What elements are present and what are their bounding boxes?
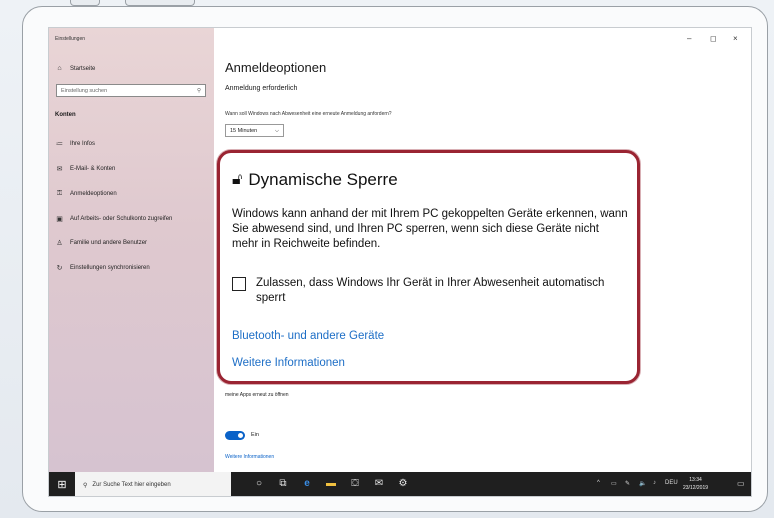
sidebar-item-home[interactable]: ⌂ Startseite [55,65,95,72]
device-bracket-left [70,0,100,6]
device-bracket-right [125,0,195,6]
sidebar-item-label: Ihre Infos [70,141,96,147]
minimize-button[interactable]: – [687,34,691,43]
people-icon: ♙ [56,240,63,247]
restart-apps-toggle[interactable] [225,431,245,440]
search-icon: ⚲ [196,87,201,94]
clock-time: 13:34 [689,477,702,483]
search-icon: ⚲ [83,482,88,489]
dynamic-lock-checkbox[interactable] [232,277,246,291]
pen-icon[interactable]: ✎ [625,480,630,487]
person-list-icon: ≔ [56,141,63,148]
volume-icon[interactable]: 🔈 [639,480,646,487]
store-icon[interactable]: ⛋ [349,478,361,489]
signin-timeout-dropdown[interactable]: 15 Minuten ⌵ [225,124,284,137]
checkbox-label: Zulassen, dass Windows Ihr Gerät in Ihre… [256,277,605,304]
sidebar-item-label: Startseite [70,65,96,72]
sidebar-item-label: E-Mail- & Konten [70,166,116,172]
mail-icon: ✉ [56,166,63,173]
briefcase-icon: ▣ [56,216,63,223]
signin-question: Wann soll Windows nach Abwesenheit eine … [225,111,392,117]
key-icon: ⚿ [56,190,63,197]
sync-icon: ↻ [56,265,63,272]
windows-start-icon[interactable]: ⊞ [55,478,69,492]
callout-description: Windows kann anhand der mit Ihrem PC gek… [232,208,628,250]
sidebar-item-anmeldeoptionen[interactable]: ⚿ Anmeldeoptionen [55,190,117,198]
network-icon[interactable]: ♪ [653,480,656,486]
sidebar-item-ihre-infos[interactable]: ≔ Ihre Infos [55,140,95,148]
mail-icon[interactable]: ✉ [373,478,385,489]
sidebar-item-arbeitskonto[interactable]: ▣ Auf Arbeits- oder Schulkonto zugreifen [55,215,172,223]
file-explorer-icon[interactable]: ▬ [325,478,337,489]
restart-apps-text: meine Apps erneut zu öffnen [225,392,289,398]
clock-date: 23/12/2019 [683,485,709,491]
callout-title-row: 🔓︎ Dynamische Sperre [232,170,398,190]
edge-icon[interactable]: e [301,478,313,489]
sidebar-item-label: Familie und andere Benutzer [70,240,148,246]
sidebar-item-email[interactable]: ✉ E-Mail- & Konten [55,165,116,173]
sidebar-item-familie[interactable]: ♙ Familie und andere Benutzer [55,239,147,247]
taskbar-clock[interactable]: 13:34 23/12/2019 [683,476,708,492]
dropdown-value: 15 Minuten [230,128,258,134]
sidebar-item-label: Einstellungen synchronisieren [70,265,150,271]
taskbar-search-placeholder: Zur Suche Text hier eingeben [92,482,171,488]
notification-icon[interactable]: ▭ [737,479,745,488]
task-view-icon[interactable]: ⧉ [277,478,289,489]
section-heading: Anmeldung erforderlich [225,85,298,92]
home-icon: ⌂ [57,65,62,72]
sidebar-item-label: Auf Arbeits- oder Schulkonto zugreifen [70,216,173,222]
settings-gear-icon[interactable]: ⚙ [397,478,409,489]
dynamic-lock-callout: 🔓︎ Dynamische Sperre Windows kann anhand… [217,150,640,384]
toggle-state-label: Ein [251,432,259,438]
dynamic-lock-checkbox-row[interactable]: Zulassen, dass Windows Ihr Gerät in Ihre… [232,276,628,306]
maximize-button[interactable]: ◻ [710,34,717,43]
more-info-link[interactable]: Weitere Informationen [232,357,345,369]
close-button[interactable]: × [733,34,738,43]
taskbar: ⊞ ⚲ Zur Suche Text hier eingeben ○ ⧉ e ▬… [49,472,751,496]
cortana-icon[interactable]: ○ [253,478,265,489]
more-info-link[interactable]: Weitere Informationen [225,454,274,460]
page-title: Anmeldeoptionen [225,60,327,75]
language-indicator[interactable]: DEU [665,480,678,486]
chevron-up-icon[interactable]: ^ [597,480,600,486]
lock-icon: 🔓︎ [232,171,243,188]
settings-sidebar: Einstellungen ⌂ Startseite Einstellung s… [49,28,214,472]
settings-search-input[interactable]: Einstellung suchen ⚲ [56,84,206,97]
callout-title: Dynamische Sperre [248,170,398,189]
sidebar-section-heading: Konten [55,112,76,118]
search-placeholder: Einstellung suchen [61,87,108,94]
chevron-down-icon: ⌵ [274,128,279,134]
bluetooth-devices-link[interactable]: Bluetooth- und andere Geräte [232,330,384,342]
taskbar-search-input[interactable]: ⚲ Zur Suche Text hier eingeben [75,472,231,496]
app-title: Einstellungen [55,36,86,42]
sidebar-item-label: Anmeldeoptionen [70,191,117,197]
sidebar-item-sync[interactable]: ↻ Einstellungen synchronisieren [55,264,150,272]
battery-icon[interactable]: ▭ [611,480,617,487]
